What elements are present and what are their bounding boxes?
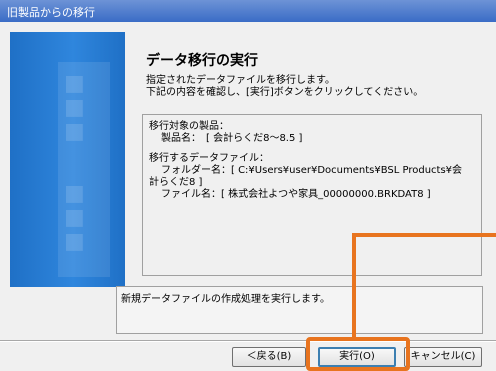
file-name: ファイル名：[ 株式会社よつや家具_00000000.BRKDAT8 ] xyxy=(161,189,431,200)
window-title: 旧製品からの移行 xyxy=(7,6,95,19)
description-line-2: 下記の内容を確認し、[実行]ボタンをクリックしてください。 xyxy=(146,87,424,98)
migration-dialog: ■ ■ ■ ■ ■ ■ データ移行の実行 指定されたデータファイルを移行します。 下記の… xyxy=(0,22,496,371)
folder-name-continued: 計らくだ8 ] xyxy=(149,177,203,188)
back-button[interactable]: ＜戻る(B) xyxy=(232,347,306,367)
sidebar-banner: ■ ■ ■ ■ ■ ■ xyxy=(10,32,125,287)
sidebar-watermark-top: ■ ■ ■ xyxy=(64,71,85,144)
page-description: 指定されたデータファイルを移行します。 下記の内容を確認し、[実行]ボタンをクリ… xyxy=(146,75,476,99)
product-name: 製品名： [ 会計らくだ8～8.5 ] xyxy=(161,133,303,144)
status-message-box: 新規データファイルの作成処理を実行します。 xyxy=(116,286,483,334)
sidebar-watermark-bottom: ■ ■ ■ xyxy=(64,181,85,254)
run-button[interactable]: 実行(O) xyxy=(318,347,396,367)
migration-summary: 移行対象の製品： 製品名： [ 会計らくだ8～8.5 ] 移行するデータファイル… xyxy=(142,114,482,276)
title-bar: 旧製品からの移行 xyxy=(0,0,496,22)
footer-separator xyxy=(0,340,496,342)
description-line-1: 指定されたデータファイルを移行します。 xyxy=(146,75,335,86)
page-title: データ移行の実行 xyxy=(146,53,258,69)
highlight-connector-horizontal xyxy=(352,233,496,237)
data-files-label: 移行するデータファイル： xyxy=(149,153,269,164)
status-message: 新規データファイルの作成処理を実行します。 xyxy=(121,294,330,305)
folder-name: フォルダー名：[ C:¥Users¥user¥Documents¥BSL Pro… xyxy=(161,165,463,176)
highlight-connector-vertical xyxy=(352,233,356,339)
target-product-label: 移行対象の製品： xyxy=(149,121,229,132)
cancel-button[interactable]: キャンセル(C) xyxy=(404,347,482,367)
